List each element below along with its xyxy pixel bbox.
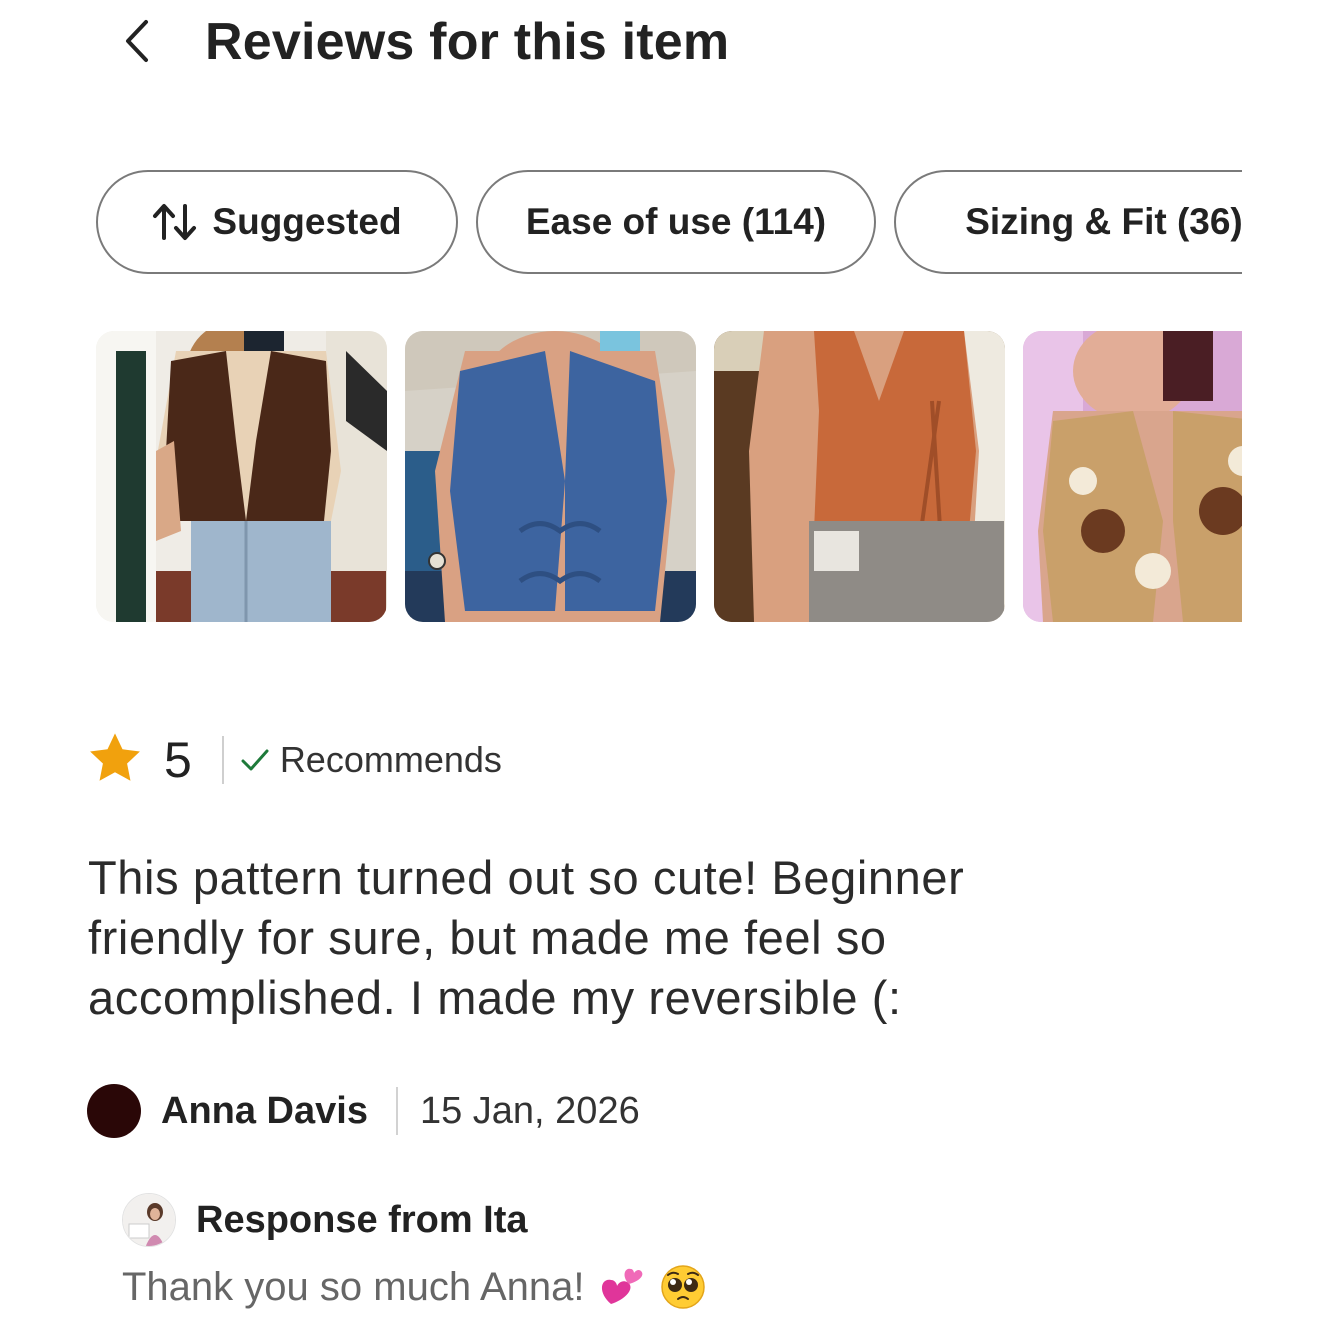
back-button[interactable] [112, 18, 162, 68]
rating-divider [221, 736, 224, 784]
two-hearts-emoji-icon [599, 1264, 645, 1310]
orange-vest-photo-icon [714, 331, 1005, 622]
sort-button[interactable]: Suggested [96, 170, 458, 274]
shop-avatar[interactable] [122, 1193, 176, 1247]
recommends-label: Recommends [279, 739, 502, 780]
brown-vest-photo-icon [96, 331, 387, 622]
response-text-row: Thank you so much Anna! [122, 1263, 707, 1311]
review-text: This pattern turned out so cute! Beginne… [88, 851, 965, 1024]
page-title: Reviews for this item [205, 13, 730, 71]
chevron-left-icon [122, 18, 152, 69]
filter-chip-sizing-fit[interactable]: Sizing & Fit (36) [894, 170, 1242, 274]
review-photo-1[interactable] [96, 331, 387, 622]
review-date: 15 Jan, 2026 [419, 1089, 640, 1132]
shop-response-header: Response from Ita [122, 1192, 528, 1248]
rating-row: 5 Recommends [86, 730, 502, 790]
review-photos [96, 331, 1242, 622]
checkmark-icon [240, 747, 270, 773]
sort-label: Suggested [212, 201, 402, 242]
recommends-badge: Recommends [240, 739, 502, 781]
rating-value: 5 [164, 732, 192, 788]
response-title: Response from Ita [196, 1198, 528, 1241]
floral-vest-photo-icon [1023, 331, 1242, 622]
reviewer-info: Anna Davis 15 Jan, 2026 [87, 1083, 640, 1139]
reviewer-name[interactable]: Anna Davis [161, 1090, 368, 1133]
filter-chip-ease-of-use[interactable]: Ease of use (114) [476, 170, 876, 274]
pleading-face-emoji-icon [659, 1263, 707, 1311]
blue-vest-photo-icon [405, 331, 696, 622]
review-photo-3[interactable] [714, 331, 1005, 622]
reviewer-divider [395, 1087, 398, 1135]
header: Reviews for this item [0, 0, 1320, 90]
response-text: Thank you so much Anna! [122, 1264, 585, 1309]
review-photo-4[interactable] [1023, 331, 1242, 622]
star-icon [86, 729, 144, 792]
avatar[interactable] [87, 1084, 141, 1138]
filter-chips: Suggested Ease of use (114) Sizing & Fit… [96, 170, 1242, 278]
sort-arrows-icon [152, 202, 198, 242]
review-photo-2[interactable] [405, 331, 696, 622]
